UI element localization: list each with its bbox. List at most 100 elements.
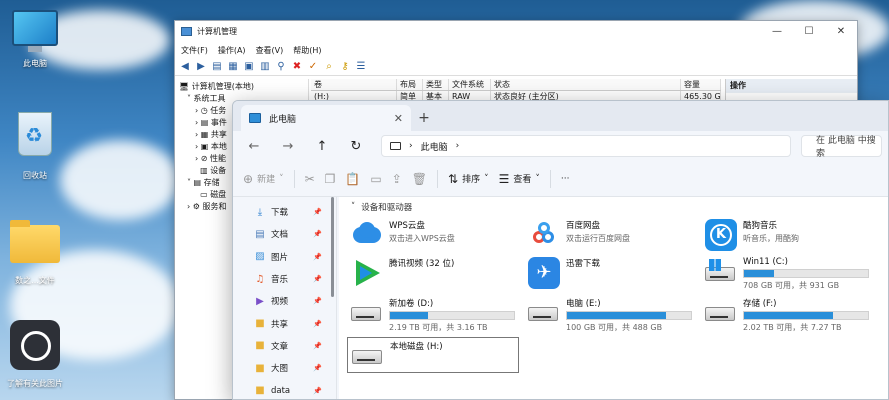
plus-circle-icon: ⊕ xyxy=(243,171,254,186)
hard-drive-icon xyxy=(528,297,560,329)
share-icon: ⇪ xyxy=(391,171,402,186)
hard-drive-icon xyxy=(352,340,384,372)
sidebar-item-share[interactable]: ■ 共享 📌 xyxy=(233,312,336,334)
chevron-down-icon: ˅ xyxy=(535,173,540,184)
column-header[interactable]: 文件系统 xyxy=(449,79,491,90)
address-bar[interactable]: › 此电脑 › xyxy=(381,135,791,157)
breadcrumb-this-pc[interactable]: 此电脑 xyxy=(421,140,448,153)
forward-button[interactable]: → xyxy=(273,139,303,154)
menu-help[interactable]: 帮助(H) xyxy=(293,45,321,56)
wps-cloud-icon xyxy=(351,219,383,251)
content-area: ˅ 设备和驱动器 WPS云盘双击进入WPS云盘 百度网盘双击运行百度网盘 K xyxy=(339,197,888,399)
paste-button[interactable]: 📋 xyxy=(345,172,360,186)
drive-usage-fill xyxy=(567,312,667,319)
rename-icon: ▭ xyxy=(370,171,382,186)
properties-icon[interactable]: ▣ xyxy=(243,61,255,73)
folder-up-icon[interactable]: ▤ xyxy=(211,61,223,73)
desktop-icon-recycle-bin[interactable]: 回收站 xyxy=(0,112,70,181)
chevron-right-icon: › xyxy=(409,141,413,151)
list-item-drive-h[interactable]: 本地磁盘 (H:) xyxy=(347,337,519,373)
pin-icon: 📌 xyxy=(313,252,322,261)
folder-icon: ■ xyxy=(255,318,265,330)
up-button[interactable]: ↑ xyxy=(307,139,337,154)
drive-usage-fill xyxy=(744,270,774,277)
view-button[interactable]: ☰ 查看 ˅ xyxy=(499,172,540,186)
sidebar-item-articles[interactable]: ■ 文章 📌 xyxy=(233,335,336,357)
list-item-baidu-netdisk[interactable]: 百度网盘 双击运行百度网盘 xyxy=(524,217,696,253)
maximize-button[interactable]: ☐ xyxy=(793,26,825,37)
drive-usage-bar xyxy=(743,311,869,320)
minimize-button[interactable]: — xyxy=(761,26,793,37)
clipboard-icon: 📋 xyxy=(345,171,361,186)
desktop-icon-folder[interactable]: 数之...文件 xyxy=(0,220,70,286)
delete-icon[interactable]: ✖ xyxy=(291,61,303,73)
column-header[interactable]: 类型 xyxy=(423,79,449,90)
share-button[interactable]: ⇪ xyxy=(392,172,402,186)
search-icon[interactable]: ⌕ xyxy=(323,61,335,73)
copy-button[interactable]: ❐ xyxy=(325,172,336,186)
list-item-drive-c[interactable]: Win11 (C:) 708 GB 可用，共 931 GB xyxy=(701,255,873,291)
sidebar-item-documents[interactable]: ▤ 文档 📌 xyxy=(233,223,336,245)
list-item-wps-cloud[interactable]: WPS云盘 双击进入WPS云盘 xyxy=(347,217,519,253)
desktop-icon-this-pc[interactable]: 此电脑 xyxy=(0,10,70,69)
baidu-netdisk-icon xyxy=(528,219,560,251)
pin-icon: 📌 xyxy=(313,341,322,350)
rename-button[interactable]: ▭ xyxy=(370,172,381,186)
more-options-button[interactable]: ··· xyxy=(561,174,570,184)
desktop-icon-learn-about-picture[interactable]: 了解有关此图片 xyxy=(0,320,70,389)
kugou-music-icon: K xyxy=(705,219,737,251)
delete-button[interactable]: 🗑 xyxy=(412,172,427,186)
sidebar-item-videos[interactable]: ▶ 视频 📌 xyxy=(233,290,336,312)
list-item-drive-e[interactable]: 电脑 (E:) 100 GB 可用，共 488 GB xyxy=(524,295,696,332)
help-icon[interactable]: ▥ xyxy=(259,61,271,73)
sidebar-item-data[interactable]: ■ data 📌 xyxy=(233,379,336,399)
back-icon[interactable]: ◀ xyxy=(179,61,191,73)
new-button[interactable]: ⊕ 新建 ˅ xyxy=(243,172,284,186)
close-button[interactable]: ✕ xyxy=(825,26,857,37)
connect-icon[interactable]: ⚲ xyxy=(275,61,287,73)
menu-action[interactable]: 操作(A) xyxy=(218,45,246,56)
forward-icon[interactable]: ▶ xyxy=(195,61,207,73)
check-icon[interactable]: ✓ xyxy=(307,61,319,73)
tree-item[interactable]: 🖥 计算机管理(本地) xyxy=(179,81,308,93)
sidebar-scrollbar[interactable] xyxy=(331,197,334,297)
scissors-icon: ✂ xyxy=(304,171,315,186)
list-item-drive-d[interactable]: 新加卷 (D:) 2.19 TB 可用，共 3.16 TB xyxy=(347,295,519,332)
column-header[interactable]: 容量 xyxy=(681,79,721,90)
toolbar: ◀ ▶ ▤ ▦ ▣ ▥ ⚲ ✖ ✓ ⌕ ⚷ ☰ xyxy=(175,58,857,76)
list-item-drive-f[interactable]: 存储 (F:) 2.02 TB 可用，共 7.27 TB xyxy=(701,295,873,332)
sidebar-item-pictures[interactable]: ▨ 图片 📌 xyxy=(233,246,336,268)
divider xyxy=(293,169,295,188)
trash-icon: 🗑 xyxy=(411,171,427,186)
sidebar-item-large-images[interactable]: ■ 大图 📌 xyxy=(233,357,336,379)
picture-icon: ▨ xyxy=(255,251,265,263)
column-header[interactable]: 状态 xyxy=(491,79,681,90)
key-icon[interactable]: ⚷ xyxy=(339,61,351,73)
sidebar-item-music[interactable]: ♫ 音乐 📌 xyxy=(233,268,336,290)
search-input[interactable]: 在 此电脑 中搜索 xyxy=(801,135,882,159)
group-header[interactable]: ˅ 设备和驱动器 xyxy=(347,197,888,217)
refresh-button[interactable]: ↻ xyxy=(341,139,371,154)
tab-close-button[interactable]: ✕ xyxy=(394,112,403,125)
command-bar: ⊕ 新建 ˅ ✂ ❐ 📋 ▭ ⇪ 🗑 ⇅ 排序 ˅ ☰ 查看 ˅ ··· xyxy=(233,161,888,197)
drive-usage-bar xyxy=(389,311,515,320)
title-bar: 计算机管理 — ☐ ✕ xyxy=(175,21,857,42)
cut-button[interactable]: ✂ xyxy=(305,172,315,186)
computer-management-icon xyxy=(181,27,192,36)
column-header[interactable]: 卷 xyxy=(311,79,397,90)
menu-view[interactable]: 查看(V) xyxy=(256,45,284,56)
console-tree-icon[interactable]: ▦ xyxy=(227,61,239,73)
folder-icon xyxy=(10,220,60,263)
list-icon[interactable]: ☰ xyxy=(355,61,367,73)
tab-this-pc[interactable]: 此电脑 ✕ xyxy=(241,105,411,131)
list-item-kugou-music[interactable]: K 酷狗音乐 听音乐，用酷狗 xyxy=(701,217,873,253)
new-tab-button[interactable]: + xyxy=(411,105,437,131)
column-header[interactable]: 布局 xyxy=(397,79,423,90)
back-button[interactable]: ← xyxy=(239,139,269,154)
menu-file[interactable]: 文件(F) xyxy=(181,45,208,56)
sidebar-item-downloads[interactable]: ⤓ 下载 📌 xyxy=(233,201,336,223)
list-item-tencent-video[interactable]: 腾讯视频 (32 位) xyxy=(347,255,519,291)
sort-button[interactable]: ⇅ 排序 ˅ xyxy=(448,172,489,186)
list-item-xunlei-download[interactable]: ✈ 迅雷下载 xyxy=(524,255,696,291)
drive-usage-bar xyxy=(566,311,692,320)
